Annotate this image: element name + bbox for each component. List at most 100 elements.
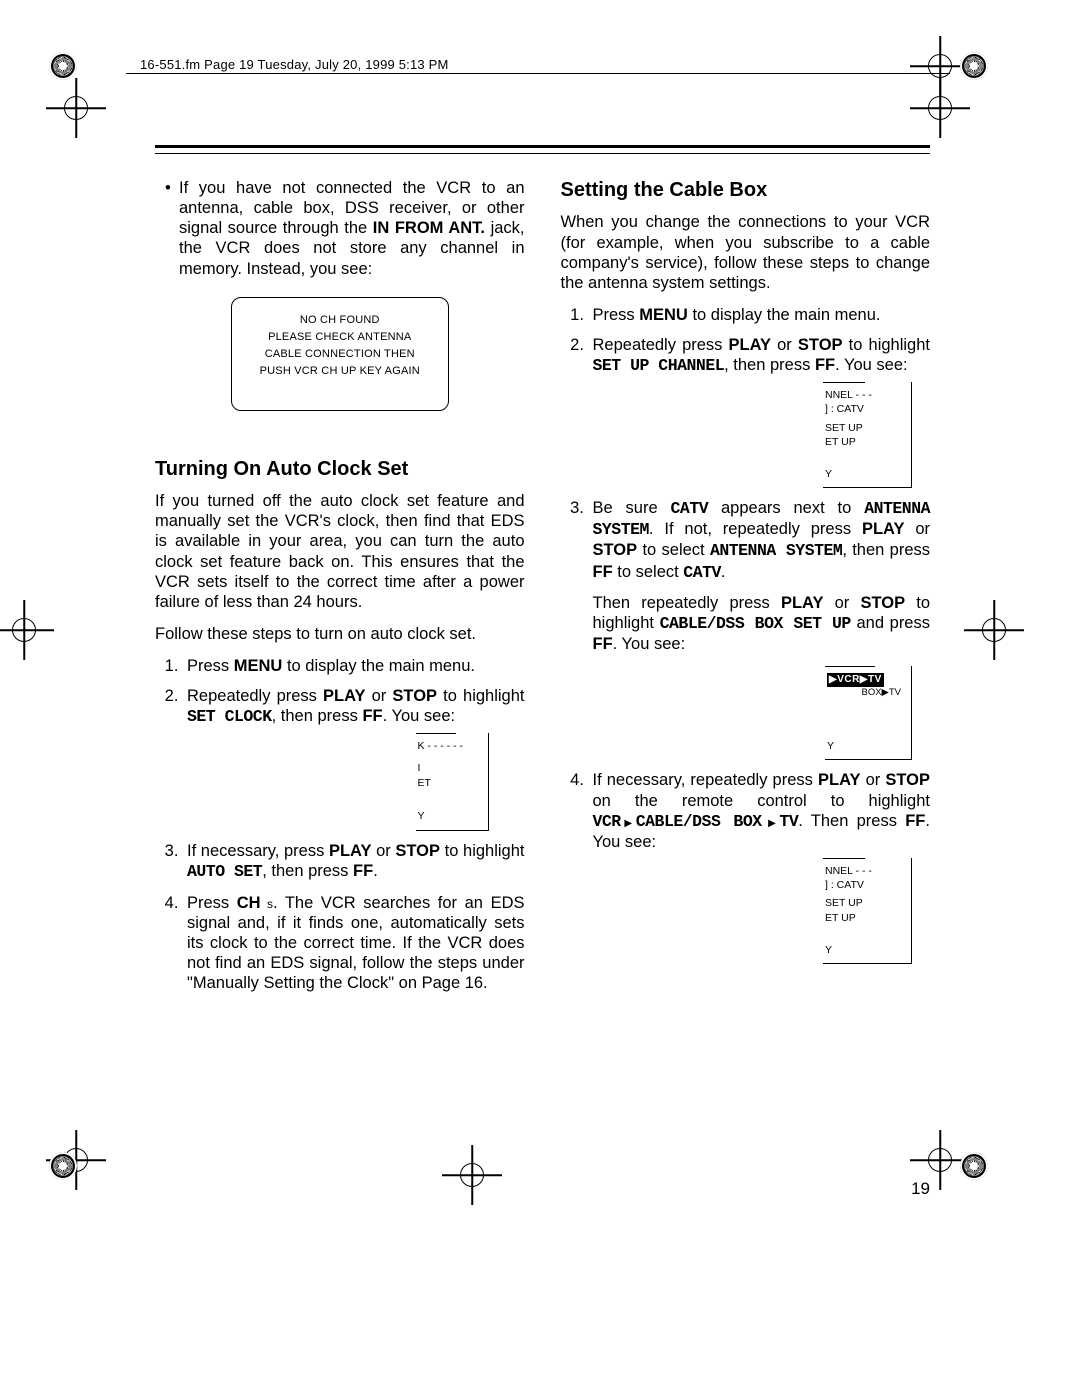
osd-snippet: K - - - - - - I ET Y [416, 733, 489, 831]
osd-snippet: NNEL - - - ] : CATV SET UP ET UP Y [823, 858, 912, 964]
msg-line: CABLE CONNECTION THEN [240, 346, 440, 363]
osd-line: ET UP [825, 911, 905, 925]
osd-line: ] : CATV [825, 402, 905, 416]
osd-line: ] : CATV [825, 878, 905, 892]
text-sub: s [261, 897, 273, 911]
osd-line: ET UP [825, 435, 905, 449]
osd-line: I [418, 761, 484, 776]
crop-mark [4, 610, 44, 650]
text: or [861, 771, 886, 789]
keyword: FF [593, 563, 613, 581]
rosette-icon [49, 52, 77, 80]
text: Be sure [593, 499, 671, 517]
text: to select [637, 541, 710, 559]
text: . [721, 563, 726, 581]
keyword: PLAY [781, 594, 824, 612]
msg-line: PLEASE CHECK ANTENNA [240, 329, 440, 346]
keyword: STOP [798, 336, 843, 354]
keyword: MENU [639, 306, 688, 324]
text: and press [851, 614, 930, 632]
keyword: MENU [234, 657, 283, 675]
ordered-steps: Press MENU to display the main menu. Rep… [155, 656, 525, 993]
text: or [823, 594, 860, 612]
text: , then press [842, 541, 930, 559]
crop-mark [974, 610, 1014, 650]
step-item: Be sure CATV appears next to ANTENNA SYS… [589, 498, 931, 760]
text: or [366, 687, 393, 705]
on-screen-message-box: NO CH FOUND PLEASE CHECK ANTENNA CABLE C… [231, 297, 449, 411]
keyword: STOP [392, 687, 437, 705]
text: , then press [262, 862, 353, 880]
text: Press [187, 657, 234, 675]
osd-line: NNEL - - - [825, 864, 905, 878]
osd-line: SET UP [825, 421, 905, 435]
text: Press [187, 894, 237, 912]
crop-mark [920, 1140, 960, 1180]
text: to display the main menu. [282, 657, 475, 675]
keyword: PLAY [862, 520, 905, 538]
osd-snippet: ▶VCR▶TV BOX▶TV Y [825, 666, 912, 760]
keyword-mono: CATV [683, 563, 721, 582]
section-heading: Turning On Auto Clock Set [155, 457, 525, 481]
step-item: Repeatedly press PLAY or STOP to highlig… [183, 686, 525, 831]
keyword: PLAY [729, 336, 772, 354]
text: If necessary, press [187, 842, 329, 860]
keyword: FF [905, 812, 925, 830]
text: . [373, 862, 378, 880]
step-item: If necessary, repeatedly press PLAY or S… [589, 770, 931, 963]
text: to display the main menu. [688, 306, 881, 324]
osd-line: Y [827, 739, 905, 753]
keyword-mono: CATV [671, 499, 709, 518]
osd-line: ET [418, 776, 484, 791]
keyword-mono: VCR [593, 812, 621, 831]
msg-line: NO CH FOUND [240, 312, 440, 329]
step-item: If necessary, press PLAY or STOP to high… [183, 841, 525, 882]
text: or [904, 520, 930, 538]
step-item: Press MENU to display the main menu. [183, 656, 525, 676]
left-column: • If you have not connected the VCR to a… [155, 178, 525, 1003]
keyword: STOP [593, 541, 638, 559]
keyword: FF [362, 707, 382, 725]
ordered-steps: Press MENU to display the main menu. Rep… [561, 305, 931, 964]
right-column: Setting the Cable Box When you change th… [561, 178, 931, 1003]
osd-snippet: NNEL - - - ] : CATV SET UP ET UP Y [823, 382, 912, 488]
text: or [771, 336, 798, 354]
text: to select [613, 563, 684, 581]
osd-line-inverted: ▶VCR▶TV [827, 673, 884, 687]
text: Repeatedly press [593, 336, 729, 354]
keyword-mono: SET UP CHANNEL [593, 356, 725, 375]
step-item: Press CH s. The VCR searches for an EDS … [183, 893, 525, 994]
osd-line: SET UP [825, 896, 905, 910]
step-item: Repeatedly press PLAY or STOP to highlig… [589, 335, 931, 488]
text: to highlight [843, 336, 930, 354]
crop-mark [56, 88, 96, 128]
keyword: FF [593, 635, 613, 653]
page-number: 19 [911, 1179, 930, 1199]
keyword-mono: CABLE/DSS BOX [636, 812, 762, 831]
text: . Then press [798, 812, 905, 830]
rosette-icon [960, 52, 988, 80]
bullet-item: • If you have not connected the VCR to a… [165, 178, 525, 279]
paragraph: When you change the connections to your … [561, 212, 931, 293]
step-item: Press MENU to display the main menu. [589, 305, 931, 325]
osd-line: BOX▶TV [827, 687, 905, 700]
keyword: PLAY [329, 842, 372, 860]
keyword-mono: TV [779, 812, 798, 831]
text: , then press [272, 707, 363, 725]
osd-line: Y [418, 809, 484, 824]
text: . If not, repeatedly press [649, 520, 862, 538]
osd-line: K - - - - - - [418, 739, 484, 754]
header-rule [126, 73, 950, 74]
keyword-mono: CABLE/DSS BOX SET UP [660, 614, 851, 633]
paragraph: Follow these steps to turn on auto clock… [155, 624, 525, 644]
text: appears next to [708, 499, 864, 517]
keyword: PLAY [818, 771, 861, 789]
keyword: FF [353, 862, 373, 880]
arrow-icon: ▶ [621, 818, 636, 829]
text: to highlight [440, 842, 524, 860]
keyword: IN FROM ANT. [373, 219, 485, 237]
text: , then press [724, 356, 815, 374]
keyword: PLAY [323, 687, 366, 705]
text: to highlight [437, 687, 524, 705]
keyword-mono: SET CLOCK [187, 707, 272, 726]
